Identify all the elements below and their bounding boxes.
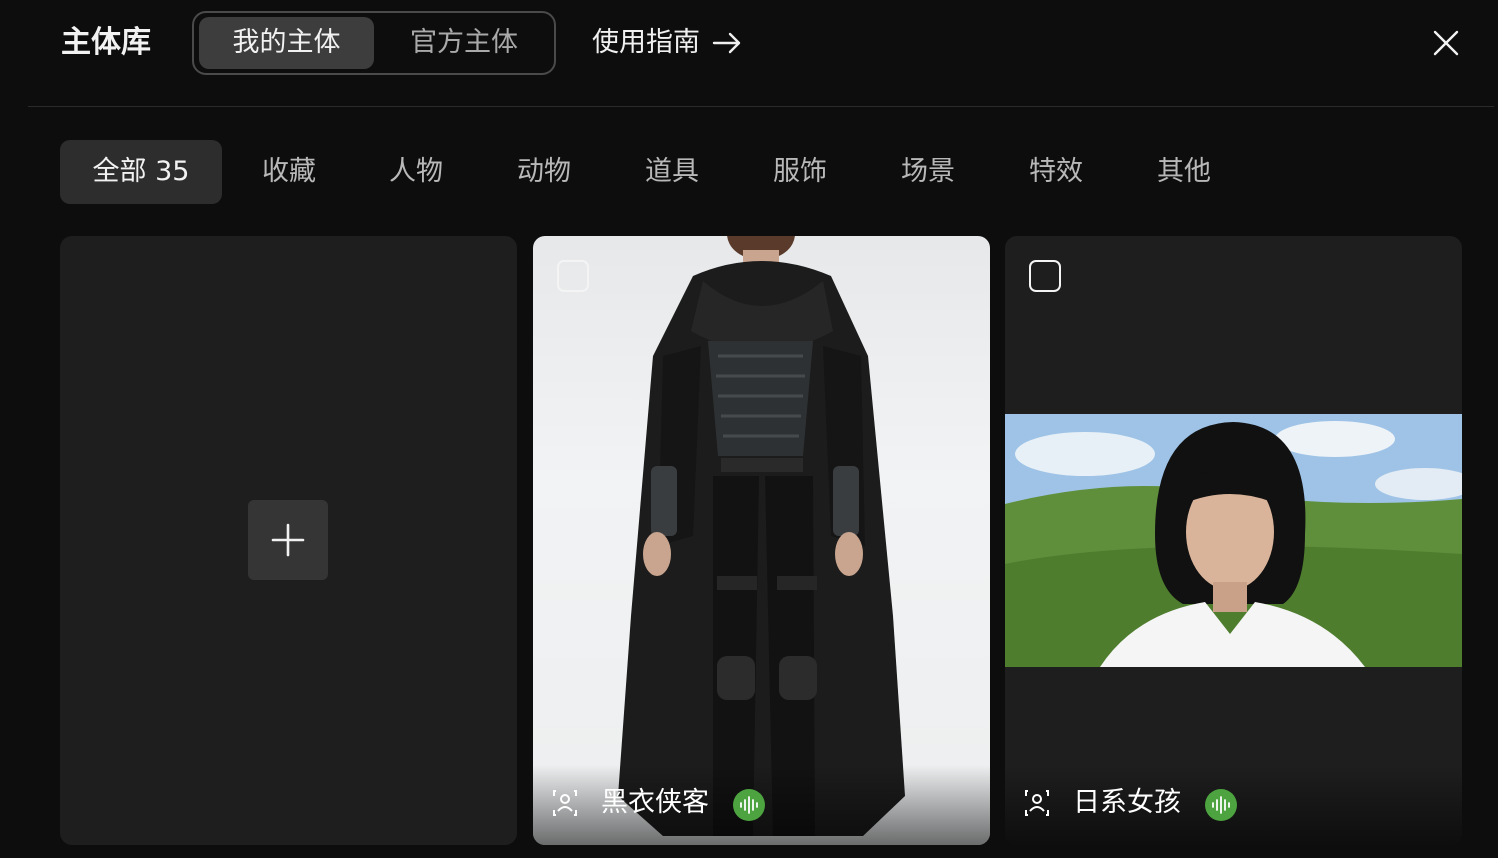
category-tab-animals[interactable]: 动物 <box>517 140 571 204</box>
subject-name: 黑衣侠客 <box>601 787 709 818</box>
usage-guide-link[interactable]: 使用指南 <box>592 22 742 64</box>
category-tab-all[interactable]: 全部 35 <box>60 140 222 204</box>
close-icon <box>1433 30 1459 56</box>
add-subject-card[interactable] <box>60 236 517 845</box>
subject-card[interactable]: 日系女孩 <box>1005 236 1462 845</box>
select-checkbox[interactable] <box>1029 260 1061 292</box>
library-switch: 我的主体 官方主体 <box>192 11 556 75</box>
subject-name: 日系女孩 <box>1073 787 1181 818</box>
category-tab-props[interactable]: 道具 <box>645 140 699 204</box>
person-icon <box>553 790 577 816</box>
tab-my-subjects[interactable]: 我的主体 <box>199 17 374 69</box>
tab-official-subjects[interactable]: 官方主体 <box>380 17 548 69</box>
category-tab-scenes[interactable]: 场景 <box>901 140 955 204</box>
voice-badge[interactable] <box>1205 789 1237 821</box>
select-checkbox[interactable] <box>557 260 589 292</box>
category-tab-effects[interactable]: 特效 <box>1029 140 1083 204</box>
voice-badge[interactable] <box>733 789 765 821</box>
usage-guide-label: 使用指南 <box>592 27 700 58</box>
subject-label-bar: 黑衣侠客 <box>533 765 990 845</box>
close-button[interactable] <box>1430 27 1462 59</box>
category-tab-people[interactable]: 人物 <box>389 140 443 204</box>
subject-card[interactable]: 黑衣侠客 <box>533 236 990 845</box>
category-tab-other[interactable]: 其他 <box>1157 140 1211 204</box>
header-divider <box>28 106 1494 107</box>
subject-library-dialog: 主体库 我的主体 官方主体 使用指南 全部 35 收藏 人物 动物 道具 服饰 … <box>0 0 1498 858</box>
cloaked-figure-illustration <box>618 236 905 836</box>
portrait-photo-illustration <box>1005 414 1462 667</box>
subject-label-bar: 日系女孩 <box>1005 765 1462 845</box>
subject-image <box>533 236 990 845</box>
subject-image <box>1005 414 1462 667</box>
page-title: 主体库 <box>61 25 151 60</box>
add-subject-button[interactable] <box>248 500 328 580</box>
person-icon <box>1025 790 1049 816</box>
category-tab-apparel[interactable]: 服饰 <box>773 140 827 204</box>
category-tab-favorites[interactable]: 收藏 <box>262 140 316 204</box>
voice-wave-icon <box>740 796 758 814</box>
voice-wave-icon <box>1212 796 1230 814</box>
header: 主体库 我的主体 官方主体 使用指南 <box>0 0 1498 88</box>
plus-icon <box>271 523 305 557</box>
arrow-right-icon <box>712 32 741 54</box>
